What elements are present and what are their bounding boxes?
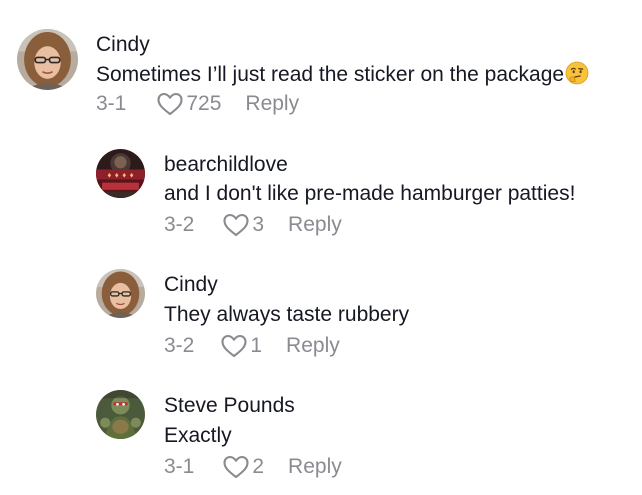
comment-text: Sometimes I’ll just read the sticker on … <box>96 61 589 92</box>
like-count: 3 <box>252 213 265 236</box>
avatar[interactable] <box>96 390 145 439</box>
comment-item: ♦ ♦ ♦ ♦ bearchildlove and I don't like p… <box>0 130 642 250</box>
avatar[interactable] <box>17 29 78 90</box>
comment-date: 3-1 <box>164 455 195 478</box>
comment-item: Cindy They always taste rubbery 3-2 1 Re… <box>0 250 642 372</box>
heart-icon <box>156 91 184 117</box>
comment-text: and I don't like pre-made hamburger patt… <box>164 182 576 205</box>
comment-date: 3-1 <box>96 92 127 115</box>
like-button[interactable]: 3 <box>222 212 264 238</box>
comment-meta: 3-2 1 Reply <box>164 333 340 359</box>
comment-author[interactable]: Cindy <box>96 33 150 57</box>
reply-button[interactable]: Reply <box>288 455 342 479</box>
comment-date: 3-2 <box>164 334 195 357</box>
comment-text-content: Sometimes I’ll just read the sticker on … <box>96 63 565 86</box>
comment-author[interactable]: bearchildlove <box>164 153 288 177</box>
reply-button[interactable]: Reply <box>286 334 340 358</box>
comment-item: Steve Pounds Exactly 3-1 2 Reply <box>0 372 642 495</box>
avatar[interactable] <box>96 269 145 318</box>
like-count: 2 <box>252 455 265 478</box>
comment-text: Exactly <box>164 424 232 447</box>
comment-date: 3-2 <box>164 213 195 236</box>
like-count: 1 <box>250 334 263 357</box>
thinking-face-icon <box>565 61 589 92</box>
heart-icon <box>222 454 250 480</box>
reply-button[interactable]: Reply <box>288 213 342 237</box>
comment-meta: 3-2 3 Reply <box>164 212 342 238</box>
comment-meta: 3-1 725 Reply <box>96 91 299 117</box>
heart-icon <box>220 333 248 359</box>
like-count: 725 <box>186 92 222 115</box>
like-button[interactable]: 1 <box>220 333 262 359</box>
comment-author[interactable]: Cindy <box>164 273 218 297</box>
reply-button[interactable]: Reply <box>245 92 299 116</box>
avatar[interactable]: ♦ ♦ ♦ ♦ <box>96 149 145 198</box>
svg-text:♦ ♦ ♦ ♦: ♦ ♦ ♦ ♦ <box>107 173 135 180</box>
like-button[interactable]: 2 <box>222 454 264 480</box>
like-button[interactable]: 725 <box>156 91 221 117</box>
comment-item: Cindy Sometimes I’ll just read the stick… <box>0 0 642 130</box>
comment-text: They always taste rubbery <box>164 303 410 326</box>
heart-icon <box>222 212 250 238</box>
comment-author[interactable]: Steve Pounds <box>164 394 295 418</box>
comment-meta: 3-1 2 Reply <box>164 454 342 480</box>
